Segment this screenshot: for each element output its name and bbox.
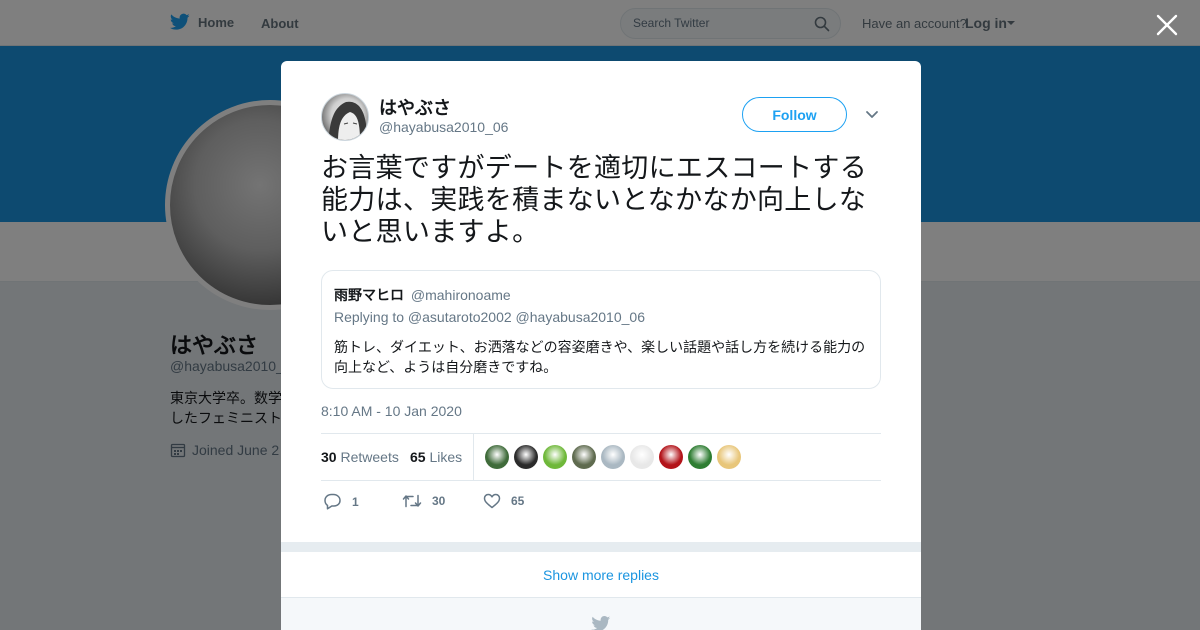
- likes-count: 65: [410, 449, 426, 465]
- section-separator: [281, 542, 921, 552]
- stats-divider: [473, 434, 474, 480]
- tweet-author-avatar[interactable]: [321, 93, 369, 141]
- quoted-reply-line: Replying to @asutaroto2002 @hayabusa2010…: [334, 309, 645, 325]
- retweets-count: 30: [321, 449, 337, 465]
- tweet-stats: 30 Retweets 65 Likes: [321, 433, 881, 481]
- tweet-text: お言葉ですがデートを適切にエスコートする能力は、実践を積まないとなかなか向上しな…: [321, 153, 867, 247]
- liker-avatar[interactable]: [514, 445, 538, 469]
- quoted-tweet[interactable]: 雨野マヒロ @mahironoame Replying to @asutarot…: [321, 270, 881, 389]
- tweet-modal: はやぶさ @hayabusa2010_06 Follow お言葉ですがデートを適…: [281, 61, 921, 630]
- tweet-author-name[interactable]: はやぶさ: [379, 94, 451, 120]
- tweet-author-handle[interactable]: @hayabusa2010_06: [379, 119, 508, 135]
- retweet-button[interactable]: 30: [402, 493, 445, 509]
- like-button[interactable]: 65: [483, 493, 524, 509]
- show-more-replies-link[interactable]: Show more replies: [281, 552, 921, 598]
- reply-icon: [324, 493, 341, 510]
- liker-avatar[interactable]: [717, 445, 741, 469]
- liker-avatar[interactable]: [485, 445, 509, 469]
- quoted-tweet-text: 筋トレ、ダイエット、お洒落などの容姿磨きや、楽しい話題や話し方を続ける能力の向上…: [334, 339, 866, 375]
- reply-button[interactable]: 1: [323, 493, 359, 510]
- chevron-down-icon[interactable]: [865, 109, 879, 121]
- liker-avatar[interactable]: [659, 445, 683, 469]
- liker-avatar[interactable]: [630, 445, 654, 469]
- close-icon[interactable]: [1154, 12, 1180, 38]
- likes-label: Likes: [429, 449, 463, 465]
- liker-avatars: [485, 445, 741, 469]
- twitter-bird-icon: [591, 616, 611, 630]
- reply-count: 1: [352, 494, 359, 509]
- avatar-sketch-image: [328, 101, 366, 140]
- liker-avatar[interactable]: [543, 445, 567, 469]
- liker-avatar[interactable]: [688, 445, 712, 469]
- retweet-icon: [402, 494, 422, 508]
- liker-avatar[interactable]: [601, 445, 625, 469]
- retweets-stat[interactable]: 30 Retweets: [321, 449, 399, 465]
- quoted-author-handle: @mahironoame: [410, 287, 511, 303]
- quoted-tweet-header: 雨野マヒロ @mahironoame: [334, 285, 511, 305]
- retweet-count: 30: [432, 494, 446, 508]
- likes-stat[interactable]: 65 Likes: [410, 449, 462, 465]
- quoted-author-name: 雨野マヒロ: [334, 287, 404, 303]
- like-count: 65: [511, 494, 525, 508]
- retweets-label: Retweets: [340, 449, 399, 465]
- liker-avatar[interactable]: [572, 445, 596, 469]
- follow-button[interactable]: Follow: [742, 97, 847, 132]
- heart-icon: [483, 493, 501, 509]
- modal-footer: [281, 598, 921, 630]
- tweet-timestamp[interactable]: 8:10 AM - 10 Jan 2020: [321, 403, 462, 419]
